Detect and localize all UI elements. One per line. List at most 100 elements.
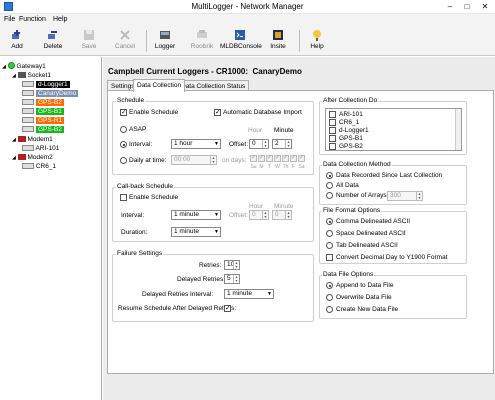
after-item-checkbox[interactable] (329, 127, 336, 134)
daily-label: Daily at time: (129, 157, 167, 164)
day-checkbox[interactable]: ✓ (274, 155, 281, 162)
convert-decimal-checkbox[interactable] (326, 254, 333, 261)
socket-icon (17, 72, 26, 78)
tree-logger-item[interactable]: GPS-B1 (22, 107, 64, 116)
after-item-label: d-Logger1 (339, 127, 369, 134)
menu-function[interactable]: Function (19, 16, 46, 23)
menu-file[interactable]: File (4, 16, 15, 23)
interval-label: Interval: (129, 141, 153, 148)
convert-decimal-label: Convert Decimal Day to Y1900 Format (336, 254, 448, 261)
tree-logger-item[interactable]: GPS-R1 (22, 116, 65, 125)
mldbconsole-button[interactable]: MLDBConsole (220, 28, 262, 54)
method-radio[interactable] (326, 182, 333, 189)
tree-node-cr6-1[interactable]: CR6_1 (22, 162, 56, 171)
interval-select[interactable]: 1 hour ▼ (171, 139, 221, 149)
tree-logger-item[interactable]: d-Logger1 (22, 80, 70, 89)
data_file-radio[interactable] (326, 282, 333, 289)
data-file-options: Append to Data File Overwrite Data File Cr… (326, 282, 466, 316)
arrays-field[interactable]: 300 ▲ ▼ (387, 191, 423, 201)
network-tree: ◢ Gateway1 ◢ Socket1 d-Logger1 CanaryDemo… (0, 57, 102, 400)
tree-logger-label: d-Logger1 (36, 81, 70, 88)
tree-node-modem2[interactable]: ◢ Modem2 (12, 153, 53, 162)
asap-radio[interactable] (120, 126, 127, 133)
retries-field[interactable]: 10 ▲ ▼ (224, 260, 240, 270)
enable-schedule-checkbox[interactable]: ✓ (120, 109, 127, 116)
method-radio[interactable] (326, 192, 333, 199)
collapse-icon[interactable]: ◢ (2, 64, 6, 70)
offset-label: Offset: (229, 141, 249, 148)
maximize-icon[interactable]: □ (460, 1, 474, 12)
console-icon (235, 30, 245, 40)
daily-radio[interactable] (120, 157, 127, 164)
tree-node-modem1[interactable]: ◢ Modem1 (12, 135, 53, 144)
callback-offset-label: Offset: (229, 212, 249, 219)
insite-icon (273, 30, 283, 40)
tree-logger-item[interactable]: GPS-B2 (22, 98, 64, 107)
after-item-checkbox[interactable] (329, 135, 336, 142)
delete-button[interactable]: Delete (40, 28, 66, 54)
tree-logger-item[interactable]: CanaryDemo (22, 89, 79, 98)
data_file-radio[interactable] (326, 294, 333, 301)
cancel-button[interactable]: Cancel (112, 28, 138, 54)
close-icon[interactable]: ✕ (478, 1, 492, 12)
callback-offset-minute-field[interactable]: 0 ▲ ▼ (272, 210, 292, 220)
collapse-icon[interactable]: ◢ (12, 137, 16, 143)
day-checkbox[interactable]: ✓ (266, 155, 273, 162)
offset-minute-field[interactable]: 2 ▲ ▼ (272, 139, 292, 149)
after-item-checkbox[interactable] (329, 111, 336, 118)
file_format-radio[interactable] (326, 242, 333, 249)
daily-time-field[interactable]: 00:00 ▲ ▼ (171, 155, 217, 165)
minimize-icon[interactable]: – (443, 1, 457, 12)
day-checkbox[interactable]: ✓ (258, 155, 265, 162)
retries-label: Retries: (199, 262, 222, 269)
save-button[interactable]: Save (76, 28, 102, 54)
collapse-icon[interactable]: ◢ (12, 155, 16, 161)
logger-icon (160, 31, 170, 39)
tree-node-gateway[interactable]: ◢ Gateway1 (2, 62, 46, 71)
day-checkbox[interactable]: ✓ (290, 155, 297, 162)
data_file-radio[interactable] (326, 306, 333, 313)
list-scrollbar[interactable] (455, 109, 461, 150)
spinner-icon[interactable]: ▲ ▼ (285, 211, 291, 219)
roobrik-button[interactable]: Roobrik (188, 28, 216, 54)
add-button[interactable]: Add (4, 28, 30, 54)
spinner-icon[interactable]: ▲ ▼ (233, 261, 239, 269)
spinner-icon[interactable]: ▲ ▼ (416, 192, 422, 200)
tab-data-collection[interactable]: Data Collection (133, 79, 186, 92)
file_format-radio[interactable] (326, 218, 333, 225)
delayed-retries-field[interactable]: 5 ▲ ▼ (224, 274, 240, 284)
help-button[interactable]: Help (304, 28, 330, 54)
day-checkbox[interactable]: ✓ (298, 155, 305, 162)
tree-node-socket[interactable]: ◢ Socket1 (12, 71, 51, 80)
day-checkbox[interactable]: ✓ (282, 155, 289, 162)
offset-minute-header: Minute (274, 127, 294, 134)
interval-radio[interactable] (120, 141, 127, 148)
callback-interval-select[interactable]: 1 minute ▼ (171, 210, 221, 220)
logger-button[interactable]: Logger (152, 28, 178, 54)
spinner-icon[interactable]: ▲ ▼ (262, 211, 268, 219)
file_format-radio[interactable] (326, 230, 333, 237)
day-checkbox[interactable]: ✓ (250, 155, 257, 162)
method-radio[interactable] (326, 172, 333, 179)
offset-hour-field[interactable]: 0 ▲ ▼ (249, 139, 269, 149)
callback-offset-hour-field[interactable]: 0 ▲ ▼ (249, 210, 269, 220)
menu-help[interactable]: Help (53, 16, 67, 23)
callback-enable-checkbox[interactable] (120, 194, 127, 201)
duration-select[interactable]: 1 minute ▼ (171, 227, 221, 237)
auto-import-checkbox[interactable]: ✓ (214, 109, 221, 116)
spinner-icon[interactable]: ▲ ▼ (285, 140, 291, 148)
after-item-checkbox[interactable] (329, 143, 336, 150)
collapse-icon[interactable]: ◢ (12, 73, 16, 79)
auto-import-label: Automatic Database Import (223, 109, 302, 116)
after-item-checkbox[interactable] (329, 119, 336, 126)
spinner-icon[interactable]: ▲ ▼ (233, 275, 239, 283)
resume-checkbox[interactable]: ✓ (224, 305, 231, 312)
method-option-label: Data Recorded Since Last Collection (336, 172, 443, 179)
insite-button[interactable]: Insite (264, 28, 292, 54)
spinner-icon[interactable]: ▲ ▼ (210, 156, 216, 164)
chevron-down-icon: ▼ (214, 212, 219, 218)
spinner-icon[interactable]: ▲ ▼ (262, 140, 268, 148)
tree-logger-item[interactable]: GPS-B2 (22, 125, 64, 134)
tree-node-ari-101[interactable]: ARI-101 (22, 144, 59, 153)
delayed-interval-select[interactable]: 1 minute ▼ (224, 289, 274, 299)
